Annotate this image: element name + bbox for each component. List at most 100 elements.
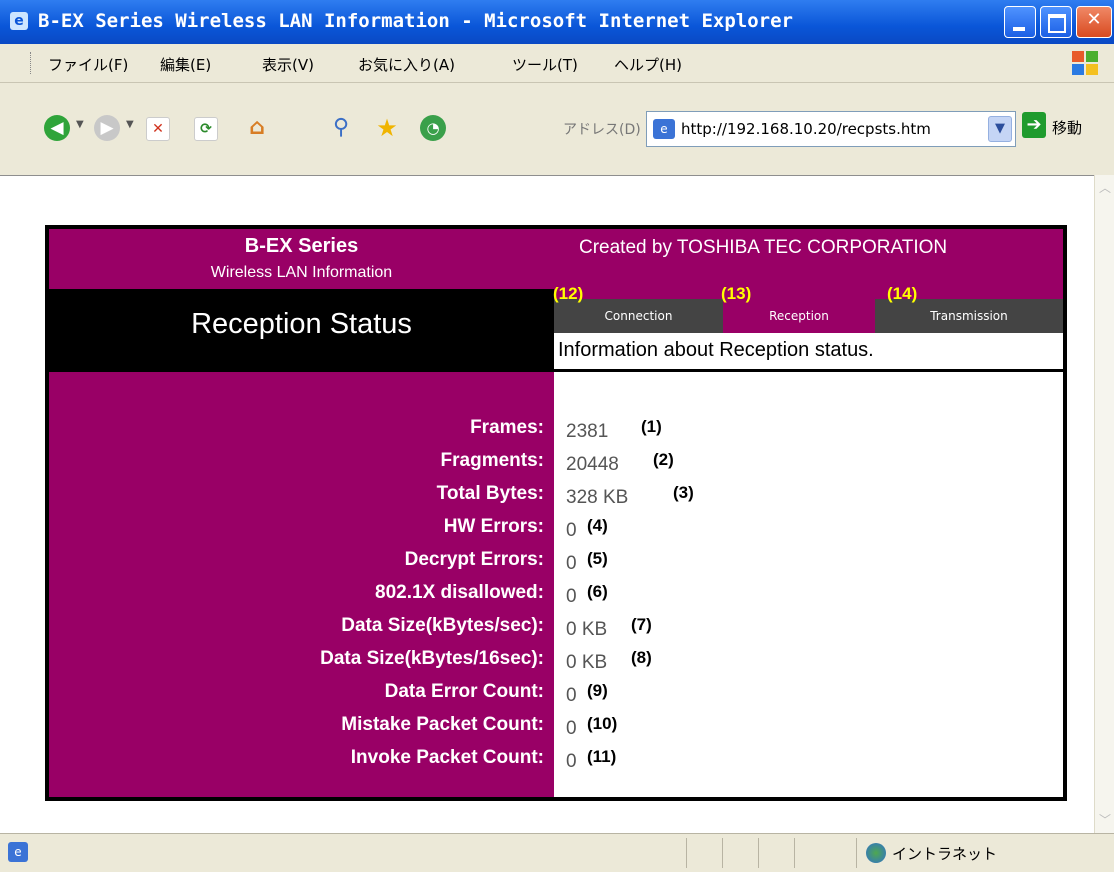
callout-marker: (8): [631, 648, 652, 667]
stat-value: 328 KB: [566, 487, 629, 508]
back-icon[interactable]: ◀: [44, 115, 70, 141]
page-viewport: B-EX Series Wireless LAN Information Cre…: [0, 175, 1094, 834]
stat-value: 0 KB: [566, 652, 608, 673]
created-by: Created by TOSHIBA TEC CORPORATION: [579, 237, 948, 258]
tab-bar: Connection Reception Transmission: [554, 299, 1063, 333]
minimize-button[interactable]: [1004, 6, 1036, 38]
stat-row: Data Size(kBytes/sec): 0 KB (7): [49, 615, 1063, 647]
home-icon[interactable]: ⌂: [244, 115, 270, 141]
title-band: Reception Status: [49, 289, 554, 369]
callout-marker: (1): [641, 417, 662, 436]
favorites-icon[interactable]: ★: [374, 115, 400, 141]
scroll-up-icon[interactable]: ︿: [1097, 179, 1113, 197]
close-button[interactable]: ✕: [1076, 6, 1112, 38]
callout-marker: (7): [631, 615, 652, 634]
stat-label: HW Errors:: [443, 516, 544, 537]
search-icon[interactable]: ⚲: [328, 115, 354, 141]
series-title: B-EX Series: [244, 235, 359, 257]
stat-label: Data Size(kBytes/sec):: [341, 615, 544, 636]
minimize-icon: [1013, 27, 1025, 31]
back-dropdown-icon[interactable]: ▼: [76, 119, 84, 130]
stat-label: Fragments:: [440, 450, 544, 471]
stat-row: Decrypt Errors: 0 (5): [49, 549, 1063, 581]
menu-bar: ファイル(F) 編集(E) 表示(V) お気に入り(A) ツール(T) ヘルプ(…: [0, 44, 1114, 83]
page-title: Reception Status: [191, 308, 412, 340]
stat-value: 0: [566, 586, 577, 607]
history-icon[interactable]: ◔: [420, 115, 446, 141]
status-separator: [686, 838, 687, 868]
stat-row: Data Error Count: 0 (9): [49, 681, 1063, 713]
close-icon: ✕: [1086, 9, 1102, 30]
callout-marker: (9): [587, 681, 608, 700]
tab-connection[interactable]: Connection: [554, 299, 723, 333]
address-input[interactable]: e http://192.168.10.20/recpsts.htm ▼: [646, 111, 1016, 147]
tab-transmission[interactable]: Transmission: [875, 299, 1063, 333]
stat-row: 802.1X disallowed: 0 (6): [49, 582, 1063, 614]
vertical-scrollbar[interactable]: ︿ ﹀: [1094, 175, 1114, 833]
address-dropdown-button[interactable]: ▼: [988, 116, 1012, 142]
stat-row: Mistake Packet Count: 0 (10): [49, 714, 1063, 746]
menu-help[interactable]: ヘルプ(H): [614, 54, 682, 75]
address-label: アドレス(D): [563, 122, 641, 138]
refresh-icon[interactable]: ⟳: [194, 117, 218, 141]
address-url[interactable]: http://192.168.10.20/recpsts.htm: [681, 120, 931, 138]
stat-row: Total Bytes: 328 KB (3): [49, 483, 1063, 515]
callout-marker: (5): [587, 549, 608, 568]
stat-label: Data Error Count:: [384, 681, 544, 702]
page-status-icon: e: [8, 842, 28, 862]
stat-label: Decrypt Errors:: [404, 549, 544, 570]
menu-favorites[interactable]: お気に入り(A): [358, 54, 455, 75]
window-title: B-EX Series Wireless LAN Information - M…: [38, 10, 793, 32]
stop-icon[interactable]: ✕: [146, 117, 170, 141]
stat-value: 0: [566, 520, 577, 541]
status-separator: [856, 838, 857, 868]
menu-tools[interactable]: ツール(T): [512, 54, 578, 75]
stat-value: 0: [566, 553, 577, 574]
go-icon[interactable]: ➔: [1022, 112, 1046, 138]
stat-value: 0: [566, 718, 577, 739]
callout-marker: (2): [653, 450, 674, 469]
scroll-down-icon[interactable]: ﹀: [1097, 811, 1113, 829]
menubar-grip: [30, 52, 34, 74]
window-titlebar[interactable]: e B-EX Series Wireless LAN Information -…: [0, 0, 1114, 44]
callout-marker: (4): [587, 516, 608, 535]
stat-label: Invoke Packet Count:: [350, 747, 544, 768]
stat-value: 0: [566, 685, 577, 706]
series-subtitle: Wireless LAN Information: [210, 264, 393, 281]
callout-marker: (10): [587, 714, 618, 733]
callout-marker: (6): [587, 582, 608, 601]
status-bar: e イントラネット: [0, 833, 1114, 872]
stat-label: Mistake Packet Count:: [341, 714, 544, 735]
status-separator: [794, 838, 795, 868]
stat-row: Frames: 2381 (1): [49, 417, 1063, 449]
intranet-icon: [866, 843, 886, 863]
stat-label: Total Bytes:: [436, 483, 544, 504]
stat-value: 20448: [566, 454, 619, 475]
forward-dropdown-icon[interactable]: ▼: [126, 119, 134, 130]
menu-edit[interactable]: 編集(E): [160, 54, 211, 75]
stat-label: Data Size(kBytes/16sec):: [320, 648, 544, 669]
security-zone: イントラネット: [892, 845, 998, 863]
stat-row: HW Errors: 0 (4): [49, 516, 1063, 548]
callout-marker: (14): [887, 284, 918, 303]
callout-marker: (3): [673, 483, 694, 502]
stat-value: 0 KB: [566, 619, 608, 640]
stat-row: Data Size(kBytes/16sec): 0 KB (8): [49, 648, 1063, 680]
ie-icon: e: [10, 12, 28, 30]
callout-marker: (12): [553, 284, 584, 303]
menu-view[interactable]: 表示(V): [262, 54, 314, 75]
stat-label: 802.1X disallowed:: [375, 582, 544, 603]
toolbar: ◀ ▼ ▶ ▼ ✕ ⟳ ⌂ ⚲ ★ ◔ アドレス(D) e http://192…: [0, 83, 1114, 175]
callout-marker: (11): [587, 747, 617, 766]
status-separator: [722, 838, 723, 868]
maximize-button[interactable]: [1040, 6, 1072, 38]
maximize-icon: [1048, 14, 1066, 33]
forward-icon[interactable]: ▶: [94, 115, 120, 141]
windows-logo-icon: [1072, 51, 1098, 75]
stat-row: Invoke Packet Count: 0 (11): [49, 747, 1063, 779]
stat-row: Fragments: 20448 (2): [49, 450, 1063, 482]
stat-value: 2381: [566, 421, 609, 442]
menu-file[interactable]: ファイル(F): [48, 54, 128, 75]
tab-reception[interactable]: Reception: [723, 299, 875, 333]
go-button[interactable]: 移動: [1052, 117, 1082, 138]
